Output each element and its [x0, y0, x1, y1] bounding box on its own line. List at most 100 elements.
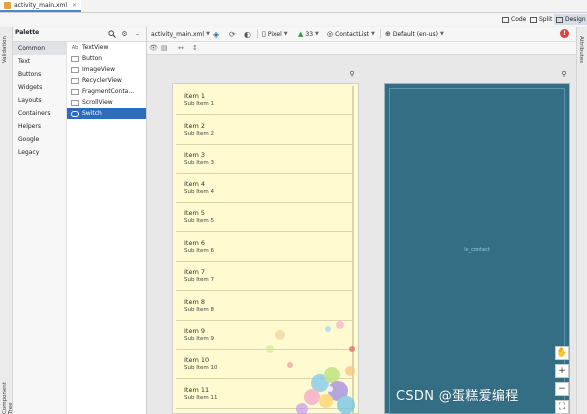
item-title: Item 3: [184, 151, 205, 159]
widget-scrollview[interactable]: ScrollView: [67, 97, 146, 108]
android-icon: ▲: [298, 30, 304, 38]
left-tool-strip: [0, 27, 13, 414]
watermark: CSDN @蛋糕爱编程: [396, 389, 519, 404]
list-item[interactable]: Item 6 Sub Item 6: [176, 233, 354, 262]
palette-title: Palette: [15, 29, 40, 36]
chevron-down-icon: ▼: [315, 31, 319, 37]
pan-hand-icon[interactable]: ✋: [555, 346, 569, 360]
list-item[interactable]: Item 4 Sub Item 4: [176, 174, 354, 203]
split-view-icon: [530, 16, 537, 23]
chevron-down-icon: ▼: [439, 31, 444, 37]
item-subtitle: Sub Item 5: [184, 218, 214, 224]
locale-label: Default (en-us): [392, 30, 438, 38]
image-icon: [71, 66, 79, 73]
widget-label: ScrollView: [82, 99, 113, 106]
list-item[interactable]: Item 5 Sub Item 5: [176, 203, 354, 232]
category-buttons[interactable]: Buttons: [13, 68, 66, 81]
api-label: 33: [305, 30, 314, 38]
fragment-icon: [71, 88, 79, 95]
theme-label: ContactList: [335, 30, 369, 38]
category-legacy[interactable]: Legacy: [13, 146, 66, 159]
zoom-out-button[interactable]: −: [555, 382, 569, 396]
code-view-button[interactable]: Code: [500, 14, 528, 25]
category-widgets[interactable]: Widgets: [13, 81, 66, 94]
xml-file-icon: [4, 1, 11, 9]
split-view-button[interactable]: Split: [528, 14, 554, 25]
widget-label: Switch: [82, 110, 102, 117]
chevron-down-icon: ▼: [283, 31, 288, 37]
category-containers[interactable]: Containers: [13, 107, 66, 120]
item-title: Item 8: [184, 298, 205, 306]
list-item[interactable]: Item 7 Sub Item 7: [176, 262, 354, 291]
gear-icon[interactable]: ⚙: [120, 29, 129, 38]
list-item[interactable]: Item 1 Sub Item 1: [176, 86, 354, 115]
item-subtitle: Sub Item 2: [184, 131, 214, 137]
list-item[interactable]: Item 2 Sub Item 2: [176, 116, 354, 145]
widget-recyclerview[interactable]: RecyclerView: [67, 75, 146, 86]
file-dropdown[interactable]: activity_main.xml ▼: [151, 28, 210, 40]
device-dropdown[interactable]: ▯ Pixel ▼: [262, 28, 288, 40]
zoom-fit-icon[interactable]: ⛶: [555, 400, 569, 414]
file-tab-label: activity_main.xml: [14, 1, 68, 9]
attributes-tool-tab[interactable]: Attributes: [578, 36, 584, 63]
phone-icon: ▯: [262, 30, 266, 38]
item-title: Item 9: [184, 327, 205, 335]
item-subtitle: Sub Item 1: [184, 101, 214, 107]
chevron-down-icon: ▼: [206, 31, 210, 37]
split-view-label: Split: [539, 16, 553, 23]
design-view-button[interactable]: Design: [554, 14, 587, 25]
widget-switch[interactable]: Switch: [67, 108, 146, 119]
widget-button[interactable]: Button: [67, 53, 146, 64]
widget-label: Button: [82, 55, 103, 62]
list-icon: [71, 77, 79, 84]
file-dropdown-label: activity_main.xml: [151, 30, 205, 38]
margin-icon[interactable]: ▤: [161, 43, 168, 53]
item-subtitle: Sub Item 8: [184, 307, 214, 313]
category-google[interactable]: Google: [13, 133, 66, 146]
night-mode-icon[interactable]: ◐: [244, 28, 251, 40]
widget-label: ImageView: [82, 66, 116, 73]
minimize-icon[interactable]: –: [133, 29, 142, 38]
api-dropdown[interactable]: ▲ 33 ▼: [298, 28, 319, 40]
file-tab[interactable]: activity_main.xml ✕: [0, 0, 82, 12]
search-icon[interactable]: [107, 29, 116, 38]
eye-icon[interactable]: 👁: [149, 43, 158, 53]
toolbar-separator: [380, 29, 381, 38]
category-layouts[interactable]: Layouts: [13, 94, 66, 107]
zoom-in-button[interactable]: +: [555, 364, 569, 378]
item-title: Item 2: [184, 122, 205, 130]
widget-label: FragmentConta...: [82, 88, 135, 95]
item-title: Item 10: [184, 356, 210, 364]
horizontal-resize-icon[interactable]: ↔: [178, 43, 184, 53]
button-icon: [71, 55, 79, 62]
layers-icon[interactable]: ◈: [213, 28, 219, 40]
code-view-label: Code: [511, 16, 527, 23]
widget-fragmentcontainer[interactable]: FragmentConta...: [67, 86, 146, 97]
toggle-icon: [71, 110, 79, 117]
vertical-resize-icon[interactable]: ↕: [192, 43, 198, 53]
theme-dropdown[interactable]: ◎ ContactList ▼: [327, 28, 375, 40]
globe-icon: ⊕: [385, 30, 391, 38]
warning-icon[interactable]: !: [560, 29, 569, 38]
category-common[interactable]: Common: [13, 42, 66, 55]
item-title: Item 11: [184, 386, 210, 394]
pin-icon[interactable]: ⚲: [561, 70, 567, 78]
design-view-label: Design: [565, 16, 586, 23]
widget-imageview[interactable]: ImageView: [67, 64, 146, 75]
close-tab-icon[interactable]: ✕: [72, 2, 77, 9]
validation-tool-tab[interactable]: Validation: [2, 36, 8, 63]
item-title: Item 5: [184, 209, 205, 217]
category-helpers[interactable]: Helpers: [13, 120, 66, 133]
category-text[interactable]: Text: [13, 55, 66, 68]
orientation-icon[interactable]: ⟳: [229, 28, 236, 40]
pin-icon[interactable]: ⚲: [349, 70, 355, 78]
theme-icon: ◎: [327, 30, 334, 38]
item-title: Item 1: [184, 92, 205, 100]
item-title: Item 6: [184, 239, 205, 247]
widget-label: TextView: [82, 44, 109, 51]
widget-textview[interactable]: Ab TextView: [67, 42, 146, 53]
design-subtoolbar: [147, 42, 576, 55]
item-subtitle: Sub Item 6: [184, 248, 214, 254]
locale-dropdown[interactable]: ⊕ Default (en-us) ▼: [385, 28, 444, 40]
list-item[interactable]: Item 3 Sub Item 3: [176, 145, 354, 174]
